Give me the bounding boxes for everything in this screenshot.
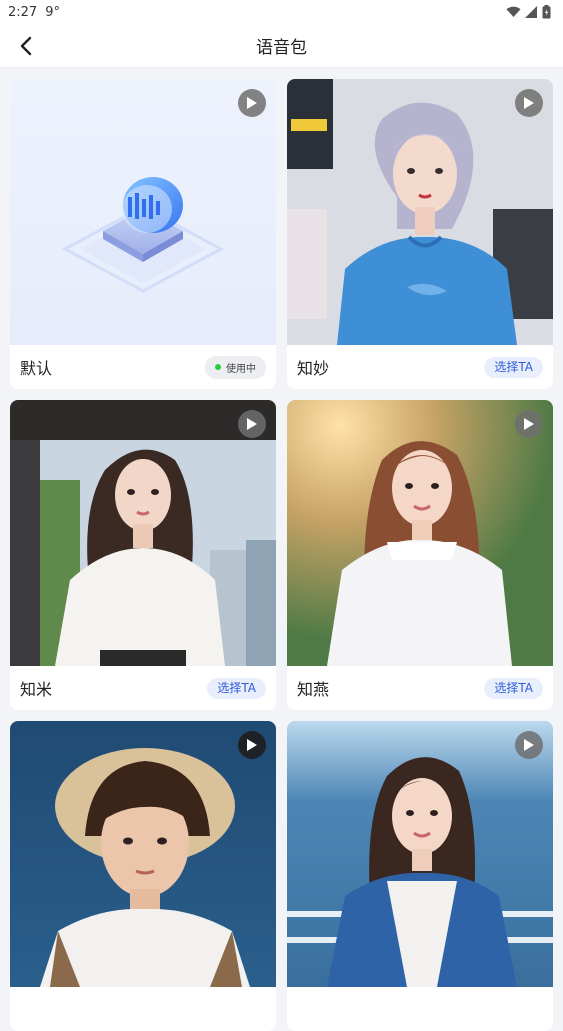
- back-button[interactable]: [12, 32, 40, 60]
- in-use-badge: 使用中: [205, 355, 266, 379]
- play-icon: [246, 417, 258, 431]
- voice-card-default[interactable]: 默认 使用中: [10, 79, 276, 389]
- page-title: 语音包: [256, 38, 307, 58]
- voice-thumbnail-boy: [10, 721, 276, 987]
- play-preview-button[interactable]: [515, 89, 543, 117]
- voice-thumbnail-zhiyan: [287, 400, 553, 666]
- status-temperature: 9°: [45, 4, 60, 20]
- voice-card-braids[interactable]: [287, 721, 553, 1031]
- play-preview-button[interactable]: [238, 410, 266, 438]
- voice-card-footer: 默认 使用中: [10, 345, 276, 389]
- voice-thumbnail-braids: [287, 721, 553, 987]
- status-bar: 2:27 9°: [0, 0, 563, 24]
- play-icon: [523, 738, 535, 752]
- voice-card-footer: 知燕 选择TA: [287, 666, 553, 710]
- play-icon: [523, 96, 535, 110]
- voice-name: 知米: [20, 680, 53, 699]
- voice-card-zhimiao[interactable]: 知妙 选择TA: [287, 79, 553, 389]
- voice-name: 默认: [20, 359, 53, 378]
- select-voice-button[interactable]: 选择TA: [484, 677, 543, 699]
- voice-card-boy[interactable]: [10, 721, 276, 1031]
- voice-name: 知妙: [297, 359, 330, 378]
- play-preview-button[interactable]: [515, 731, 543, 759]
- voice-thumbnail-default: [10, 79, 276, 345]
- voice-thumbnail-zhimiao: [287, 79, 553, 345]
- play-icon: [246, 738, 258, 752]
- battery-icon: [542, 5, 551, 19]
- voice-card-footer: 知米 选择TA: [10, 666, 276, 710]
- voice-card-zhimi[interactable]: 知米 选择TA: [10, 400, 276, 710]
- voice-pack-grid: 默认 使用中 知妙 选择TA 知米 选择TA 知燕 选择TA: [10, 79, 553, 1031]
- chevron-left-icon: [19, 36, 33, 56]
- voice-card-zhiyan[interactable]: 知燕 选择TA: [287, 400, 553, 710]
- play-preview-button[interactable]: [238, 89, 266, 117]
- wifi-icon: [506, 6, 521, 18]
- voice-thumbnail-zhimi: [10, 400, 276, 666]
- voice-name: 知燕: [297, 680, 330, 699]
- play-preview-button[interactable]: [515, 410, 543, 438]
- select-voice-button[interactable]: 选择TA: [484, 356, 543, 378]
- signal-icon: [525, 6, 538, 18]
- voice-card-footer: 知妙 选择TA: [287, 345, 553, 389]
- select-voice-button[interactable]: 选择TA: [207, 677, 266, 699]
- play-icon: [246, 96, 258, 110]
- play-preview-button[interactable]: [238, 731, 266, 759]
- app-bar: 语音包: [0, 24, 563, 68]
- in-use-indicator-icon: [215, 364, 221, 370]
- play-icon: [523, 417, 535, 431]
- status-time: 2:27: [8, 4, 38, 20]
- in-use-label: 使用中: [226, 363, 256, 375]
